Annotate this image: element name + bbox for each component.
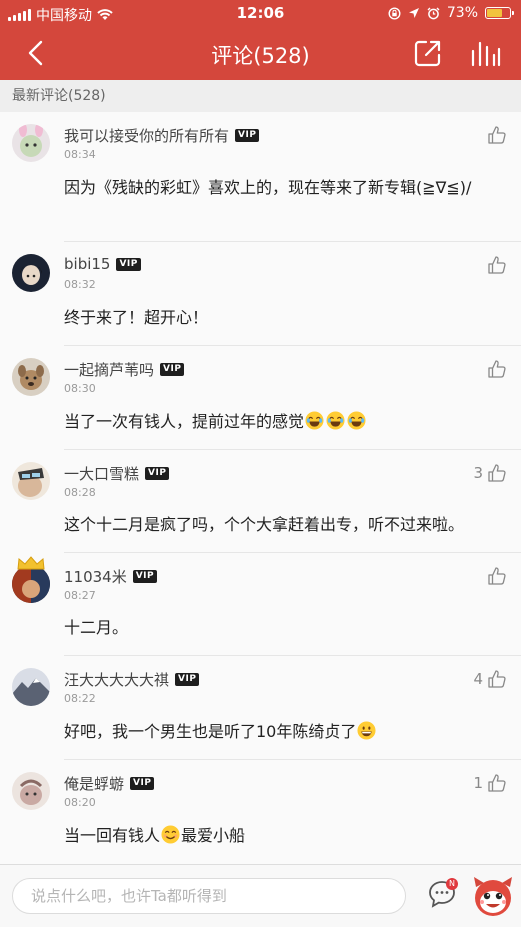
avatar[interactable]: [12, 358, 50, 396]
vip-badge: VIP: [132, 570, 158, 583]
comment-text: 这个十二月是疯了吗，个个大拿赶着出专，听不过来啦。: [64, 515, 465, 534]
username-text: 汪大大大大大祺: [64, 671, 170, 689]
avatar[interactable]: [12, 565, 50, 603]
vip-badge: VIP: [130, 777, 155, 790]
like-count: 1: [473, 774, 483, 792]
username-text: 一起摘芦苇吗: [64, 361, 155, 379]
comment-item: 一起摘芦苇吗 VIP 08:30 当了一次有钱人，提前过年的感觉: [0, 346, 521, 450]
like-button[interactable]: 1: [473, 773, 507, 793]
share-icon[interactable]: [412, 37, 444, 69]
vip-badge: VIP: [175, 673, 200, 686]
joy-emoji: [347, 411, 366, 430]
thumbs-up-icon: [488, 126, 506, 144]
battery-icon: [485, 7, 514, 19]
comment-list[interactable]: 我可以接受你的所有所有 VIP 08:34 因为《残缺的彩虹》喜欢上的，现在等来了…: [0, 112, 521, 864]
location-icon: [408, 8, 419, 18]
vip-badge: VIP: [116, 257, 141, 271]
comment-username[interactable]: 俺是蜉蝣 VIP: [64, 773, 155, 794]
comment-item: bibi15 VIP 08:32 终于来了！超开心！: [0, 242, 521, 346]
grin-emoji: [357, 721, 376, 740]
bottom-bar: N: [0, 864, 521, 927]
alarm-icon: [427, 7, 440, 19]
comment-time: 08:28: [64, 486, 96, 499]
comment-username[interactable]: 我可以接受你的所有所有 VIP: [64, 125, 260, 146]
like-button[interactable]: 3: [473, 463, 507, 483]
crown-icon: [17, 556, 45, 570]
thumbs-up-icon: [488, 464, 506, 482]
notification-badge: N: [446, 878, 458, 890]
comment-time: 08:27: [64, 589, 96, 602]
battery-percent: 73%: [446, 5, 478, 21]
comment-text: 当一回有钱人 最爱小船: [64, 820, 503, 852]
comment-text-body: 好吧，我一个男生也是听了10年陈绮贞了: [64, 722, 357, 741]
thumbs-up-icon: [488, 567, 506, 585]
nav-bar: 评论(528): [0, 26, 521, 80]
username-text: 我可以接受你的所有所有: [64, 127, 230, 145]
like-button[interactable]: [483, 359, 507, 379]
username-text: 11034米: [64, 568, 127, 586]
thumbs-up-icon: [488, 256, 506, 274]
comment-username[interactable]: 11034米 VIP: [64, 566, 158, 587]
like-button[interactable]: 4: [473, 669, 507, 689]
vip-badge: VIP: [160, 363, 185, 376]
joy-emoji: [326, 411, 345, 430]
vip-badge: VIP: [145, 467, 170, 480]
comment-item: 我可以接受你的所有所有 VIP 08:34 因为《残缺的彩虹》喜欢上的，现在等来了…: [0, 112, 521, 242]
vip-badge: VIP: [235, 129, 260, 142]
username-text: 俺是蜉蝣: [64, 775, 125, 793]
thumbs-up-icon: [488, 774, 506, 792]
section-header: 最新评论(528): [0, 80, 521, 112]
comment-item: 俺是蜉蝣 VIP 08:20 1 当一回有钱人 最爱小船: [0, 760, 521, 864]
like-button[interactable]: [483, 125, 507, 145]
joy-emoji: [305, 411, 324, 430]
avatar[interactable]: [12, 668, 50, 706]
comment-text-after: 最爱小船: [181, 826, 246, 845]
comment-item: 汪大大大大大祺 VIP 08:22 4 好吧，我一个男生也是听了10年陈绮贞了: [0, 656, 521, 760]
comment-username[interactable]: 一起摘芦苇吗 VIP: [64, 359, 185, 380]
comment-item: 11034米 VIP 08:27 十二月。: [0, 553, 521, 656]
chart-icon[interactable]: [468, 37, 502, 69]
comment-username[interactable]: 一大口雪糕 VIP: [64, 463, 170, 484]
like-button[interactable]: [483, 566, 507, 586]
avatar[interactable]: [12, 462, 50, 500]
comment-time: 08:30: [64, 382, 96, 395]
status-bar: 中国移动 12:06 73%: [0, 0, 521, 26]
comment-username[interactable]: 汪大大大大大祺 VIP: [64, 669, 200, 690]
avatar[interactable]: [12, 772, 50, 810]
like-count: 4: [473, 670, 483, 688]
like-count: 3: [473, 464, 483, 482]
username-text: 一大口雪糕: [64, 465, 140, 483]
comment-text: 当了一次有钱人，提前过年的感觉: [64, 406, 503, 438]
comment-time: 08:32: [64, 278, 96, 291]
comment-item: 一大口雪糕 VIP 08:28 3 这个十二月是疯了吗，个个大拿赶着出专，听不过来…: [0, 450, 521, 553]
rotation-lock-icon: [388, 6, 401, 20]
comment-text: 终于来了！超开心！: [64, 308, 209, 327]
comment-text-body: 当一回有钱人: [64, 826, 161, 845]
like-button[interactable]: [483, 255, 507, 275]
smile-emoji: [161, 825, 180, 844]
comment-text-body: 当了一次有钱人，提前过年的感觉: [64, 412, 305, 431]
username-text: bibi15: [64, 255, 111, 273]
comment-text: 十二月。: [64, 618, 129, 637]
comment-text: 因为《残缺的彩虹》喜欢上的，现在等来了新专辑(≧∇≦)/: [64, 178, 472, 197]
avatar[interactable]: [12, 124, 50, 162]
comment-time: 08:20: [64, 796, 96, 809]
thumbs-up-icon: [488, 670, 506, 688]
avatar[interactable]: [12, 254, 50, 292]
thumbs-up-icon: [488, 360, 506, 378]
comment-input[interactable]: [12, 878, 406, 914]
mascot-icon[interactable]: [470, 873, 516, 919]
comment-username[interactable]: bibi15 VIP: [64, 255, 141, 273]
comment-time: 08:22: [64, 692, 96, 705]
comment-time: 08:34: [64, 148, 96, 161]
comment-text: 好吧，我一个男生也是听了10年陈绮贞了: [64, 716, 503, 748]
